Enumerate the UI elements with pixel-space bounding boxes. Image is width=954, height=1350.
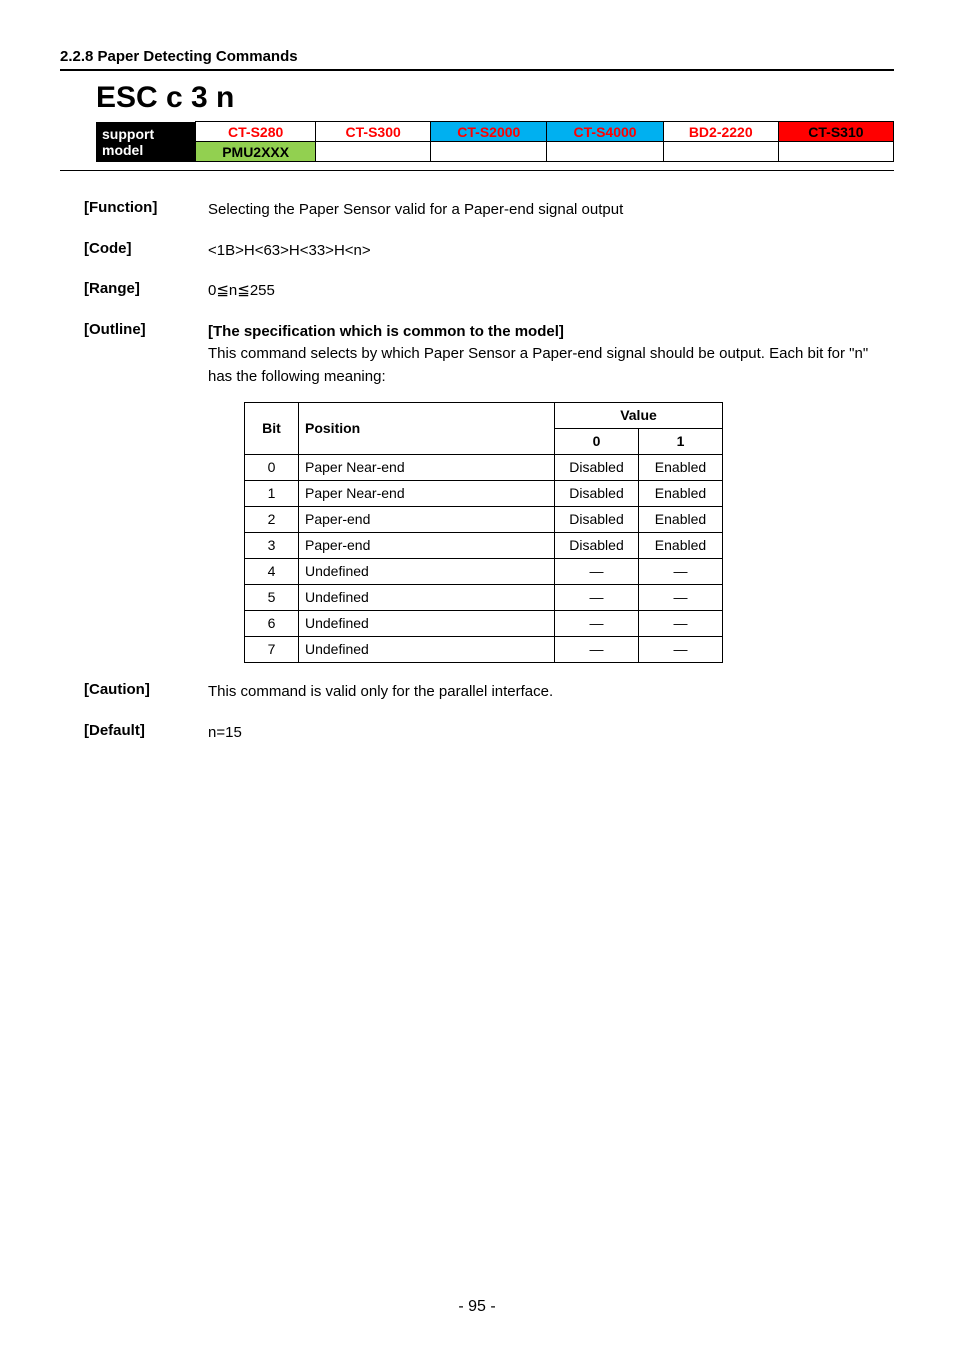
support-model-label: support model bbox=[96, 122, 195, 162]
bit-cell-v0: Disabled bbox=[555, 533, 639, 559]
bit-header-v0: 0 bbox=[555, 429, 639, 455]
divider-under-support bbox=[60, 170, 894, 171]
bit-cell-v1: Enabled bbox=[639, 481, 723, 507]
bit-table-row: 1Paper Near-endDisabledEnabled bbox=[245, 481, 723, 507]
page-number: - 95 - bbox=[0, 1298, 954, 1316]
caution-row: [Caution] This command is valid only for… bbox=[60, 681, 894, 704]
bit-cell-bit: 7 bbox=[245, 637, 299, 663]
bit-cell-position: Undefined bbox=[299, 611, 555, 637]
bit-table-row: 5Undefined―― bbox=[245, 585, 723, 611]
bit-cell-bit: 5 bbox=[245, 585, 299, 611]
bit-header-bit: Bit bbox=[245, 403, 299, 455]
support-cell bbox=[778, 142, 893, 162]
support-cell: CT-S2000 bbox=[431, 122, 547, 142]
support-cell: CT-S300 bbox=[316, 122, 431, 142]
bit-cell-v0: ― bbox=[555, 559, 639, 585]
bit-table: Bit Position Value 0 1 0Paper Near-endDi… bbox=[244, 402, 723, 663]
bit-cell-v0: ― bbox=[555, 585, 639, 611]
bit-cell-position: Paper-end bbox=[299, 507, 555, 533]
default-row: [Default] n=15 bbox=[60, 722, 894, 745]
bit-cell-bit: 6 bbox=[245, 611, 299, 637]
bit-table-row: 4Undefined―― bbox=[245, 559, 723, 585]
bit-cell-v1: Enabled bbox=[639, 455, 723, 481]
code-row: [Code] <1B>H<63>H<33>H<n> bbox=[60, 240, 894, 263]
bit-cell-bit: 2 bbox=[245, 507, 299, 533]
bit-cell-bit: 4 bbox=[245, 559, 299, 585]
bit-cell-position: Undefined bbox=[299, 559, 555, 585]
divider-top bbox=[60, 69, 894, 71]
bit-cell-position: Undefined bbox=[299, 637, 555, 663]
default-label: [Default] bbox=[84, 722, 208, 745]
function-label: [Function] bbox=[84, 199, 208, 222]
bit-cell-v0: ― bbox=[555, 611, 639, 637]
bit-cell-position: Undefined bbox=[299, 585, 555, 611]
code-label: [Code] bbox=[84, 240, 208, 263]
bit-table-row: 2Paper-endDisabledEnabled bbox=[245, 507, 723, 533]
bit-table-row: 6Undefined―― bbox=[245, 611, 723, 637]
bit-cell-v1: ― bbox=[639, 637, 723, 663]
bit-cell-position: Paper Near-end bbox=[299, 455, 555, 481]
support-cell: CT-S4000 bbox=[547, 122, 663, 142]
support-cell bbox=[547, 142, 663, 162]
bit-cell-position: Paper-end bbox=[299, 533, 555, 559]
bit-cell-v1: Enabled bbox=[639, 533, 723, 559]
bit-cell-v0: Disabled bbox=[555, 455, 639, 481]
bit-table-row: 0Paper Near-endDisabledEnabled bbox=[245, 455, 723, 481]
bit-table-row: 3Paper-endDisabledEnabled bbox=[245, 533, 723, 559]
outline-heading: [The specification which is common to th… bbox=[208, 321, 894, 344]
support-cell: PMU2XXX bbox=[196, 142, 316, 162]
outline-body: [The specification which is common to th… bbox=[208, 321, 894, 664]
support-cell: CT-S310 bbox=[778, 122, 893, 142]
range-label: [Range] bbox=[84, 280, 208, 303]
support-model-table: CT-S280 CT-S300 CT-S2000 CT-S4000 BD2-22… bbox=[195, 121, 894, 162]
support-row-2: PMU2XXX bbox=[196, 142, 894, 162]
function-text: Selecting the Paper Sensor valid for a P… bbox=[208, 199, 894, 222]
outline-text: This command selects by which Paper Sens… bbox=[208, 343, 894, 388]
outline-row: [Outline] [The specification which is co… bbox=[60, 321, 894, 664]
support-model-block: support model CT-S280 CT-S300 CT-S2000 C… bbox=[96, 121, 894, 162]
bit-cell-v1: Enabled bbox=[639, 507, 723, 533]
caution-text: This command is valid only for the paral… bbox=[208, 681, 894, 704]
support-cell bbox=[663, 142, 778, 162]
support-cell: BD2-2220 bbox=[663, 122, 778, 142]
bit-table-row: 7Undefined―― bbox=[245, 637, 723, 663]
bit-header-value: Value bbox=[555, 403, 723, 429]
bit-cell-v0: ― bbox=[555, 637, 639, 663]
support-cell bbox=[431, 142, 547, 162]
default-text: n=15 bbox=[208, 722, 894, 745]
bit-cell-bit: 0 bbox=[245, 455, 299, 481]
function-row: [Function] Selecting the Paper Sensor va… bbox=[60, 199, 894, 222]
code-text: <1B>H<63>H<33>H<n> bbox=[208, 240, 894, 263]
range-row: [Range] 0≦n≦255 bbox=[60, 280, 894, 303]
support-cell bbox=[316, 142, 431, 162]
bit-header-position: Position bbox=[299, 403, 555, 455]
support-cell: CT-S280 bbox=[196, 122, 316, 142]
bit-cell-bit: 1 bbox=[245, 481, 299, 507]
bit-cell-v1: ― bbox=[639, 611, 723, 637]
support-row-1: CT-S280 CT-S300 CT-S2000 CT-S4000 BD2-22… bbox=[196, 122, 894, 142]
range-text: 0≦n≦255 bbox=[208, 280, 894, 303]
caution-label: [Caution] bbox=[84, 681, 208, 704]
bit-cell-position: Paper Near-end bbox=[299, 481, 555, 507]
bit-cell-v1: ― bbox=[639, 585, 723, 611]
bit-cell-v1: ― bbox=[639, 559, 723, 585]
command-title: ESC c 3 n bbox=[96, 81, 894, 115]
bit-cell-v0: Disabled bbox=[555, 507, 639, 533]
outline-label: [Outline] bbox=[84, 321, 208, 664]
bit-cell-v0: Disabled bbox=[555, 481, 639, 507]
bit-header-v1: 1 bbox=[639, 429, 723, 455]
bit-cell-bit: 3 bbox=[245, 533, 299, 559]
section-heading: 2.2.8 Paper Detecting Commands bbox=[60, 48, 894, 65]
